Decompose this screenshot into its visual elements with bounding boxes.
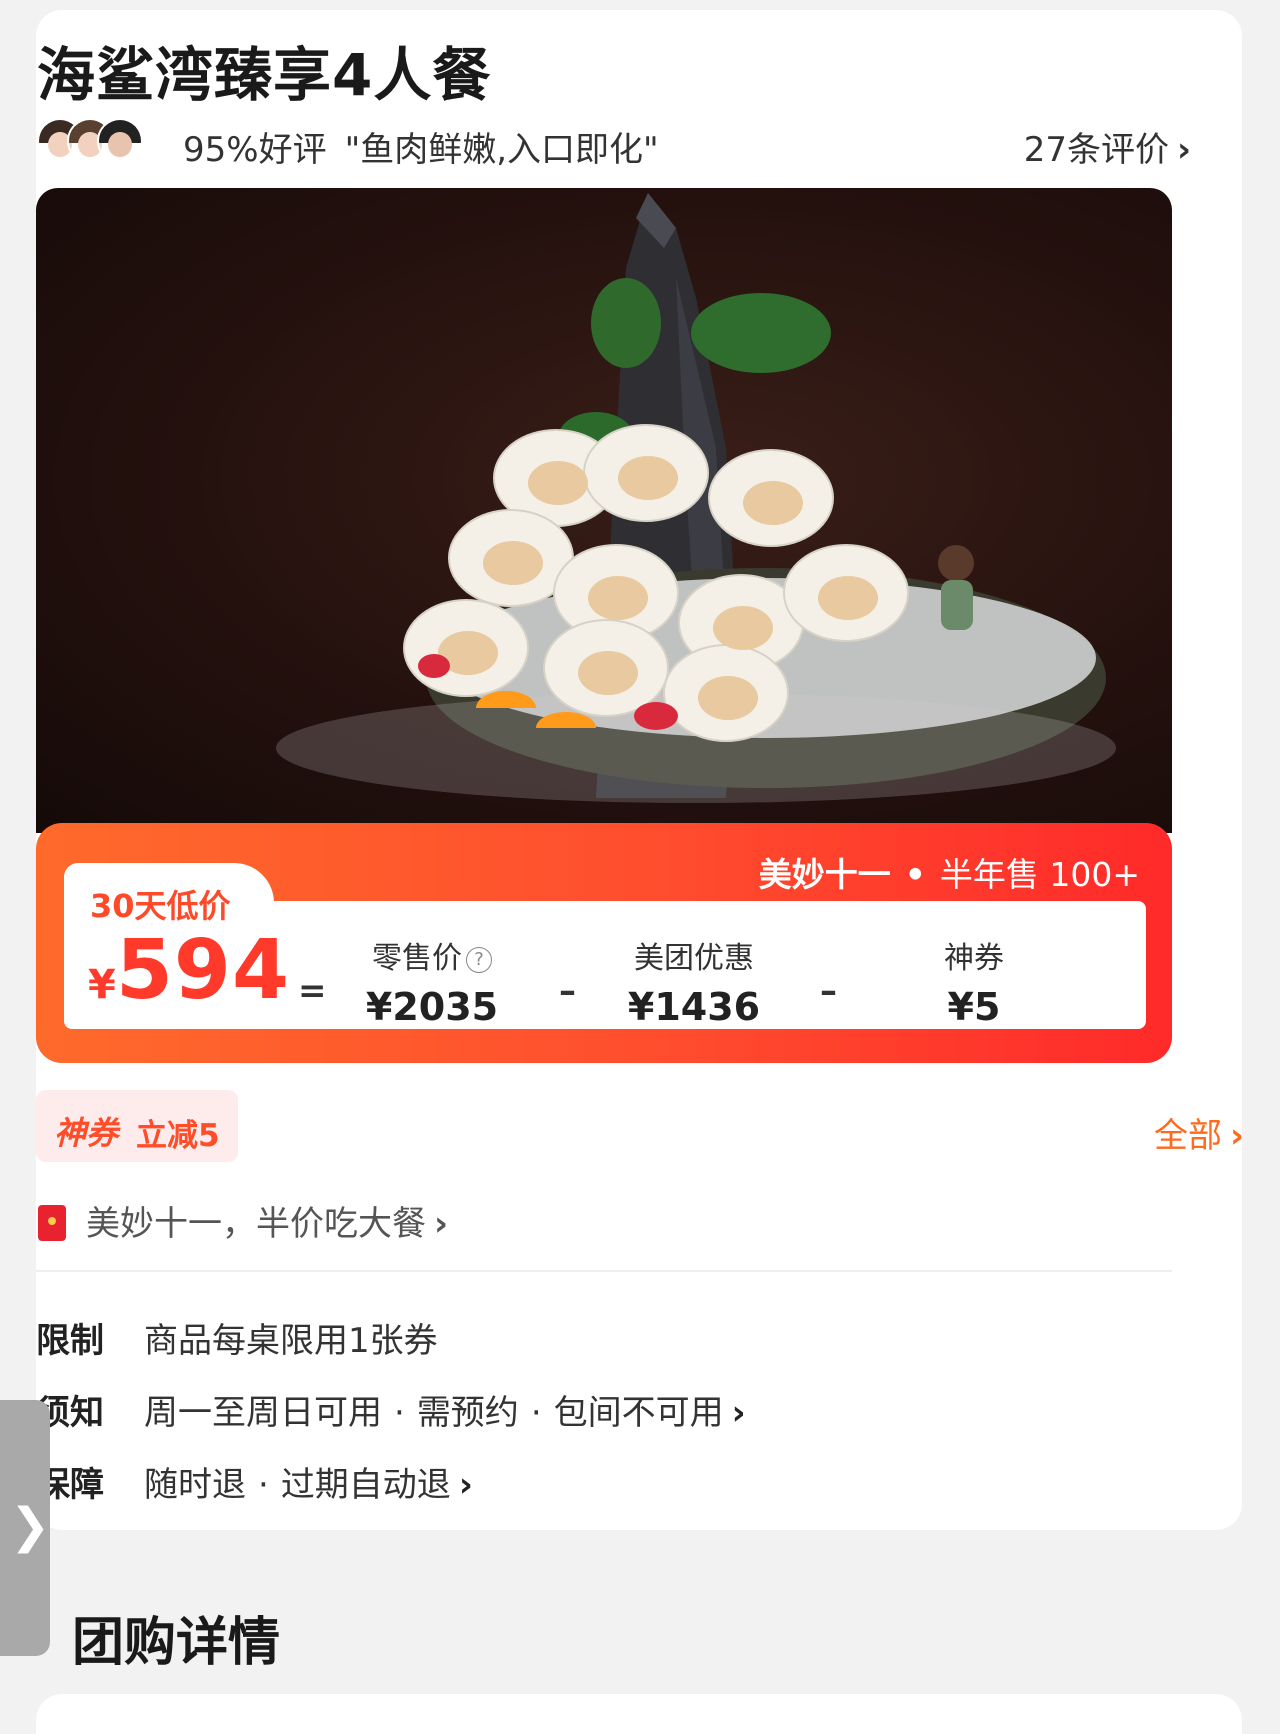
rule-separator: · <box>530 1393 542 1433</box>
rule-part: 周一至周日可用 <box>144 1393 382 1433</box>
low-price-label: 30天低价 <box>90 887 231 925</box>
rule-part: 过期自动退 <box>280 1465 451 1505</box>
chevron-right-icon: › <box>1229 1116 1244 1156</box>
avatar <box>97 118 143 164</box>
chevron-right-icon: › <box>731 1393 746 1433</box>
minus-sign: – <box>820 971 837 1011</box>
currency-symbol: ¥ <box>88 962 116 1008</box>
event-text: 美妙十一，半价吃大餐 <box>86 1204 426 1244</box>
review-quote: "鱼肉鲜嫩,入口即化" <box>344 130 659 170</box>
reviewer-avatars <box>37 118 147 168</box>
rule-separator: · <box>394 1393 405 1433</box>
rule-guarantee[interactable]: 保障 随时退 · 过期自动退 › <box>36 1457 473 1506</box>
chevron-right-icon: ❯ <box>10 1498 51 1554</box>
coupon-desc: 立减5 <box>136 1118 220 1154</box>
coupon-discount: 神券 ¥5 <box>874 933 1074 1029</box>
meituan-discount-label: 美团优惠 <box>634 941 754 976</box>
rule-key: 保障 <box>36 1465 104 1505</box>
rule-notice[interactable]: 须知 周一至周日可用 · 需预约 · 包间不可用 › <box>36 1385 746 1434</box>
final-price-value: 594 <box>115 923 291 1018</box>
price-panel: 美妙十一 • 半年售 100+ 30天低价 ¥594 = 零售价? ¥2035 – … <box>36 823 1172 1063</box>
deal-photo[interactable] <box>36 188 1172 833</box>
minus-sign: – <box>559 971 576 1011</box>
retail-price-value: ¥2035 <box>365 985 499 1029</box>
help-icon[interactable]: ? <box>466 946 492 973</box>
coupon-discount-label: 神券 <box>944 941 1004 976</box>
retail-price-label: 零售价 <box>372 941 462 976</box>
rule-part: 需预约 <box>416 1393 519 1433</box>
event-banner[interactable]: 美妙十一，半价吃大餐 › <box>38 1196 448 1245</box>
coupon-discount-value: ¥5 <box>947 985 1001 1029</box>
promo-dot: • <box>904 855 926 894</box>
rule-key: 须知 <box>36 1393 104 1433</box>
scallop-platter-image <box>276 193 1116 803</box>
red-envelope-icon <box>38 1204 66 1241</box>
final-price: ¥594 <box>88 923 290 1018</box>
coupon-badge[interactable]: 神券 立减5 <box>36 1090 238 1162</box>
all-coupons-link[interactable]: 全部 › <box>1154 1108 1244 1157</box>
sales-count: 半年售 100+ <box>939 855 1140 894</box>
coupon-name: 神券 <box>54 1114 119 1152</box>
equals-sign: = <box>298 971 327 1011</box>
section-title: 团购详情 <box>72 1613 281 1673</box>
reviews-link-label: 27条评价 <box>1023 130 1169 170</box>
chevron-right-icon: › <box>434 1204 449 1244</box>
side-expand-tab[interactable]: ❯ <box>0 1400 50 1656</box>
rule-part: 包间不可用 <box>553 1393 724 1433</box>
chevron-right-icon: › <box>458 1465 473 1505</box>
deal-title: 海鲨湾臻享4人餐 <box>37 41 492 109</box>
rule-separator: · <box>258 1465 269 1505</box>
meituan-discount-value: ¥1436 <box>627 985 761 1029</box>
rule-limit: 限制 商品每桌限用1张券 <box>36 1313 438 1362</box>
rule-value: 商品每桌限用1张券 <box>144 1321 438 1361</box>
chevron-right-icon: › <box>1176 130 1191 170</box>
rating-text: 95%好评 "鱼肉鲜嫩,入口即化" <box>183 122 659 171</box>
promo-tag: 美妙十一 <box>758 855 891 894</box>
retail-price[interactable]: 零售价? ¥2035 <box>332 933 532 1029</box>
detail-card <box>36 1694 1242 1734</box>
rating-percent: 95%好评 <box>183 130 327 170</box>
reviews-link[interactable]: 27条评价 › <box>1024 122 1191 171</box>
all-coupons-label: 全部 <box>1153 1116 1222 1156</box>
rule-key: 限制 <box>36 1321 104 1361</box>
rule-part: 随时退 <box>144 1465 246 1505</box>
review-summary[interactable]: 95%好评 "鱼肉鲜嫩,入口即化" 27条评价 › <box>37 110 1209 174</box>
promo-line: 美妙十一 • 半年售 100+ <box>759 848 1140 896</box>
divider <box>36 1270 1172 1272</box>
meituan-discount: 美团优惠 ¥1436 <box>594 933 794 1029</box>
